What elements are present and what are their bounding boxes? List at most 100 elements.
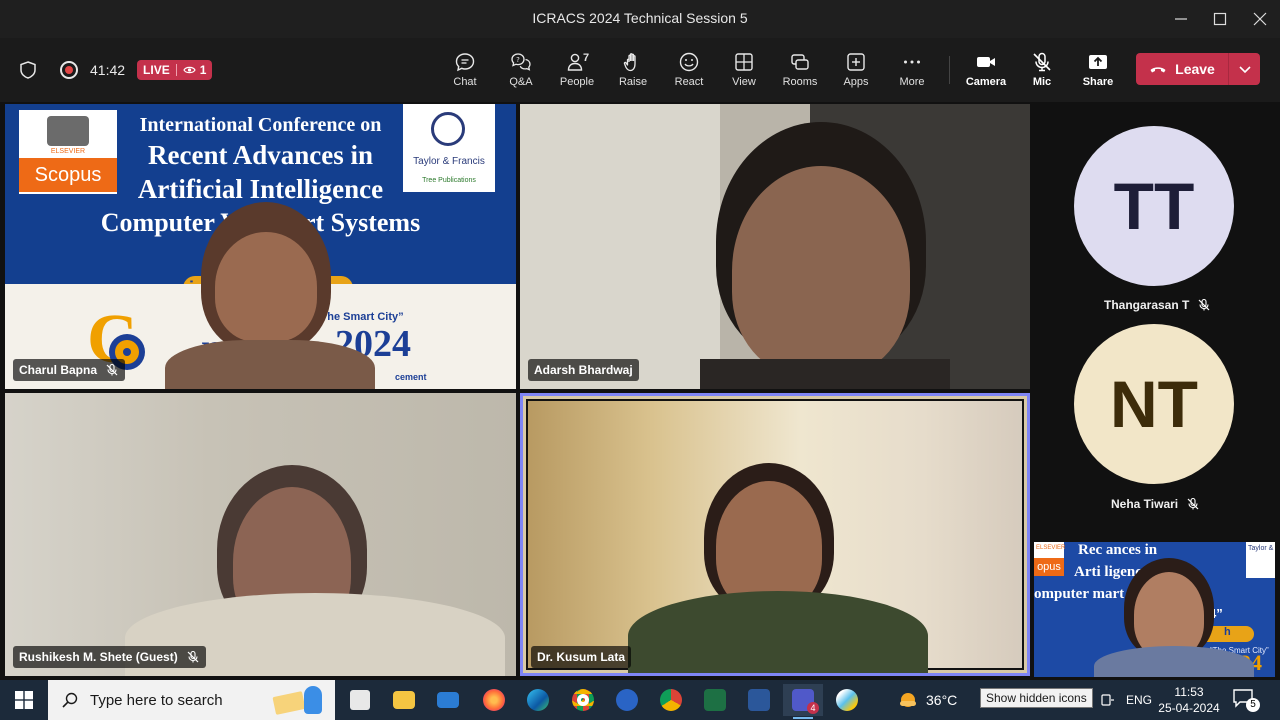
add-apps-icon <box>847 53 865 71</box>
video-tile-adarsh-bhardwaj[interactable]: Adarsh Bhardwaj <box>520 104 1030 389</box>
search-highlight-illustration <box>270 684 330 716</box>
leave-options-button[interactable] <box>1229 62 1260 76</box>
maximize-icon <box>1213 12 1227 26</box>
taskbar-chrome[interactable] <box>563 684 603 716</box>
participant-name-tag: Charul Bapna <box>13 359 126 381</box>
chat-label: Chat <box>453 76 477 88</box>
taskbar-firefox[interactable] <box>474 684 514 716</box>
camera-icon <box>977 57 995 67</box>
edge-icon <box>527 689 549 711</box>
taskbar-mail-app[interactable] <box>428 684 468 716</box>
live-badge[interactable]: LIVE 1 <box>137 60 213 80</box>
meeting-status: 41:42 LIVE 1 <box>18 58 213 82</box>
weather-widget[interactable]: 36°C <box>896 680 957 720</box>
chat-button[interactable]: Chat <box>437 50 493 88</box>
avatar-thangarasan[interactable]: TT <box>1074 126 1234 286</box>
participant-name-tag: Dr. Kusum Lata <box>531 646 632 668</box>
language-indicator[interactable]: ENG <box>1126 680 1152 720</box>
temperature: 36°C <box>926 692 958 708</box>
sun-cloud-icon <box>900 693 916 707</box>
taskbar-word[interactable] <box>739 684 779 716</box>
windows-taskbar: Type here to search 4 36°C Show hidden i… <box>0 680 1280 720</box>
banner-line-2: Recent Advances in <box>148 140 373 170</box>
mic-button[interactable]: Mic <box>1014 50 1070 88</box>
excel-icon <box>704 689 726 711</box>
share-button[interactable]: Share <box>1070 50 1126 88</box>
more-icon <box>904 60 920 64</box>
share-label: Share <box>1082 76 1114 88</box>
people-button[interactable]: 7 People <box>549 50 605 88</box>
view-button[interactable]: View <box>716 50 772 88</box>
system-clock[interactable]: 11:53 25-04-2024 <box>1156 684 1222 716</box>
taskbar-store-app[interactable] <box>340 684 380 716</box>
paint-icon <box>836 689 858 711</box>
toolbar-divider <box>949 56 950 84</box>
banner-line-3: Artificial Intelligence <box>137 174 384 204</box>
taskbar-word-alt[interactable] <box>607 684 647 716</box>
camera-button[interactable]: Camera <box>958 50 1014 88</box>
video-tile-kusum-lata[interactable]: Dr. Kusum Lata <box>520 393 1030 676</box>
notification-center-button[interactable]: 5 <box>1232 688 1260 712</box>
search-icon <box>62 692 78 708</box>
taskbar-excel[interactable] <box>695 684 735 716</box>
taskbar-paint[interactable] <box>827 684 867 716</box>
apps-label: Apps <box>843 76 869 88</box>
self-view-banner-line-1: Rec ances in <box>1078 542 1158 558</box>
qa-label: Q&A <box>509 76 533 88</box>
participant-name-thangarasan: Thangarasan T <box>1104 298 1211 312</box>
more-button[interactable]: More <box>884 50 940 88</box>
camera-label: Camera <box>965 76 1007 88</box>
react-button[interactable]: React <box>661 50 717 88</box>
leave-button[interactable]: Leave <box>1136 53 1228 85</box>
share-icon <box>1089 55 1107 69</box>
video-tile-rushikesh-shete[interactable]: Rushikesh M. Shete (Guest) <box>5 393 516 676</box>
leave-button-group: Leave <box>1136 53 1260 85</box>
show-hidden-icons-tooltip: Show hidden icons <box>980 688 1093 708</box>
mic-label: Mic <box>1032 76 1052 88</box>
notification-count: 5 <box>1246 698 1260 712</box>
apps-button[interactable]: Apps <box>828 50 884 88</box>
close-button[interactable] <box>1245 6 1275 32</box>
taskbar-teams[interactable]: 4 <box>783 684 823 719</box>
self-view-logo-right: Taylor & <box>1246 542 1275 578</box>
rooms-icon <box>791 54 809 70</box>
qa-button[interactable]: ? Q&A <box>493 50 549 88</box>
self-view-video[interactable]: ELSEVIER opus Taylor & Rec ances in Arti… <box>1034 542 1275 677</box>
search-placeholder: Type here to search <box>90 691 223 709</box>
rooms-button[interactable]: Rooms <box>772 50 828 88</box>
start-button[interactable] <box>0 680 48 720</box>
store-icon <box>350 690 370 710</box>
taskbar-chrome-profile[interactable] <box>651 684 691 716</box>
participant-body <box>165 340 375 389</box>
tray-device-icon[interactable] <box>1101 680 1115 720</box>
participant-name-neha-tiwari: Neha Tiwari <box>1111 497 1200 511</box>
raise-hand-button[interactable]: Raise <box>605 50 661 88</box>
mic-off-icon <box>1033 52 1051 72</box>
recording-icon <box>60 61 78 79</box>
shield-icon[interactable] <box>18 60 38 80</box>
mic-off-icon <box>1187 497 1199 510</box>
minimize-button[interactable] <box>1166 6 1196 32</box>
avatar-neha-tiwari[interactable]: NT <box>1074 324 1234 484</box>
grid-icon <box>735 53 753 71</box>
meeting-toolbar: 41:42 LIVE 1 Chat ? Q&A 7 People Raise R… <box>0 38 1280 102</box>
svg-text:?: ? <box>516 56 520 64</box>
firefox-icon <box>483 689 505 711</box>
participant-body <box>700 359 950 389</box>
maximize-button[interactable] <box>1205 6 1235 32</box>
live-label: LIVE <box>143 63 170 77</box>
taskbar-search-box[interactable]: Type here to search <box>48 680 335 720</box>
chrome-icon <box>572 689 594 711</box>
taskbar-file-explorer[interactable] <box>384 684 424 716</box>
video-tile-charul-bapna[interactable]: ELSEVIER Scopus Taylor & Francis Tree Pu… <box>5 104 516 389</box>
clock-time: 11:53 <box>1174 685 1204 699</box>
qa-icon: ? <box>511 53 531 71</box>
taskbar-edge[interactable] <box>518 684 558 716</box>
participant-name-tag: Rushikesh M. Shete (Guest) <box>13 646 206 668</box>
react-label: React <box>674 76 704 88</box>
device-icon <box>1101 694 1114 706</box>
windows-logo-icon <box>15 691 33 709</box>
chrome-profile-icon <box>660 689 682 711</box>
folder-icon <box>393 691 415 709</box>
chat-icon <box>455 53 475 72</box>
